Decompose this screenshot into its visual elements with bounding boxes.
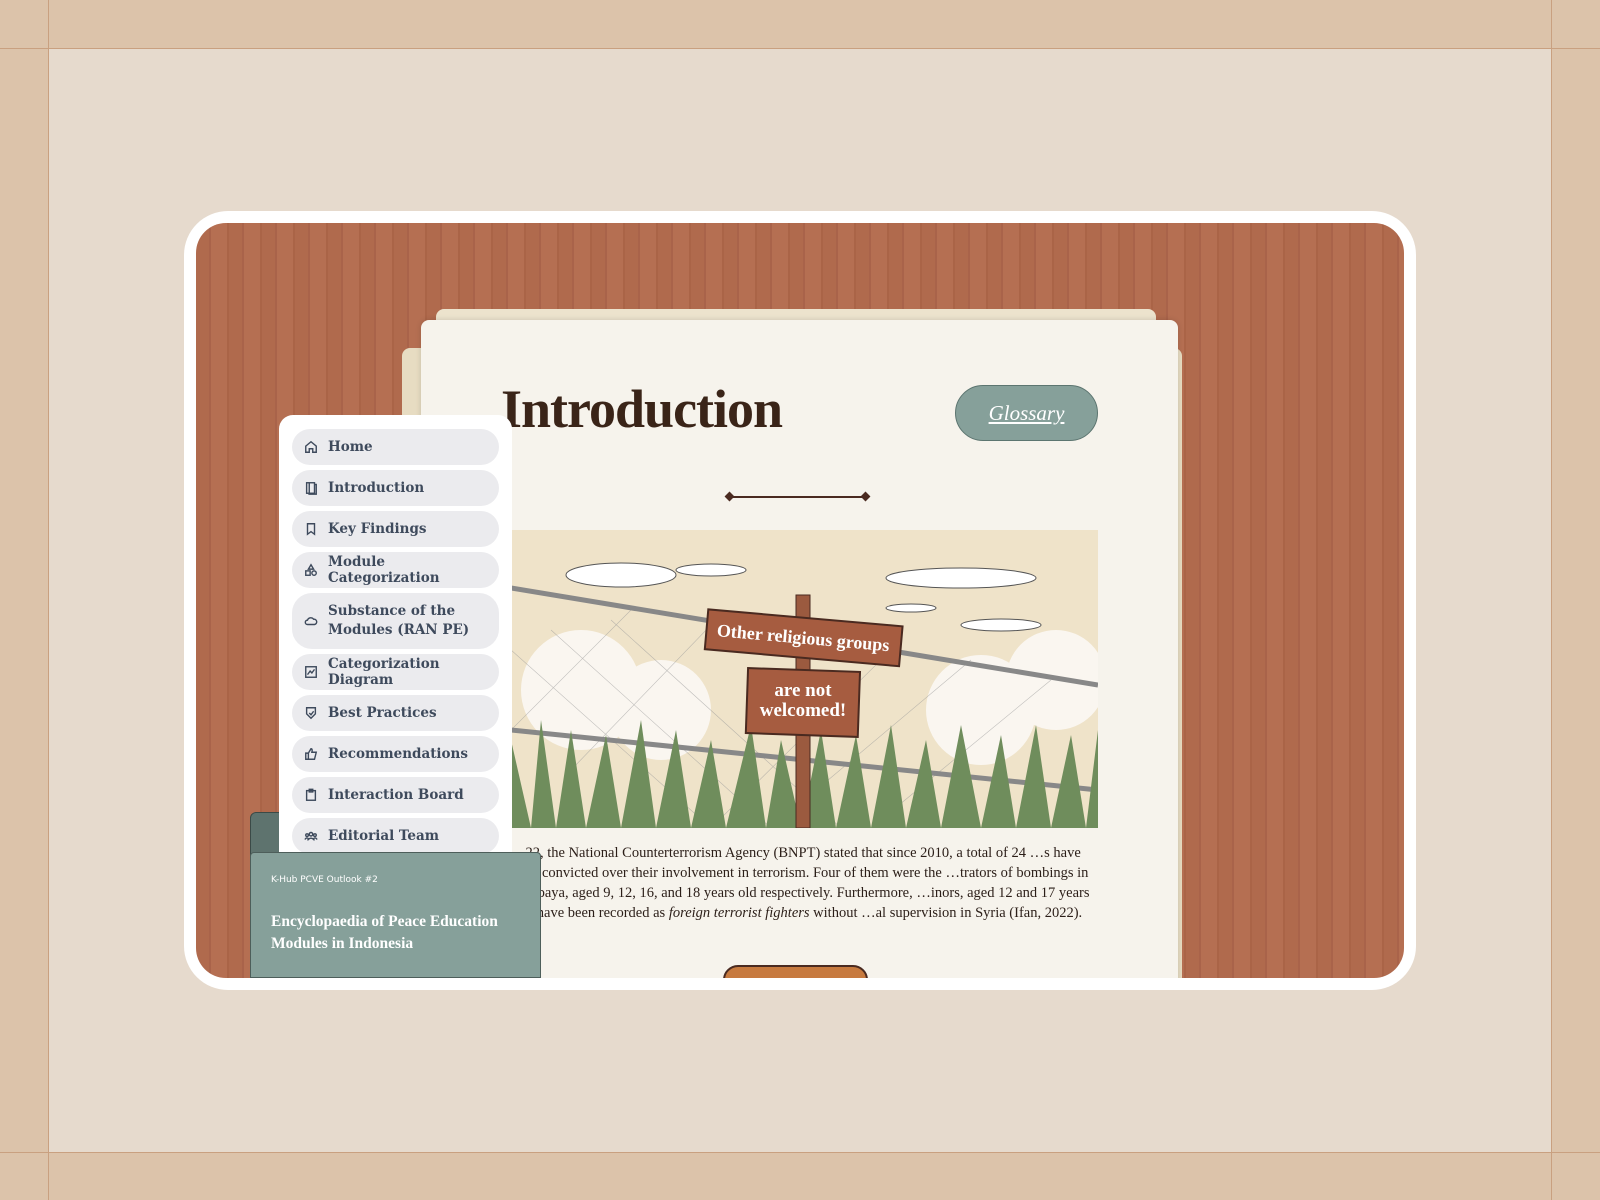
book-icon bbox=[305, 482, 317, 495]
sidebar-item-label: Categorization Diagram bbox=[328, 656, 440, 688]
sidebar-item-interaction-board[interactable]: Interaction Board bbox=[292, 777, 499, 813]
sidebar-item-label: Introduction bbox=[328, 480, 425, 496]
sidebar-item-label: Recommendations bbox=[328, 746, 468, 762]
sidebar-item-home[interactable]: Home bbox=[292, 429, 499, 465]
paragraph-italic: foreign terrorist fighters bbox=[668, 905, 810, 921]
card-title: Encyclopaedia of Peace Education Modules… bbox=[271, 913, 498, 952]
home-icon bbox=[305, 440, 317, 453]
shield-check-icon bbox=[305, 707, 317, 720]
sidebar-item-label: Interaction Board bbox=[328, 787, 464, 803]
sidebar-item-module-categorization[interactable]: Module Categorization bbox=[292, 552, 499, 588]
sidebar-item-best-practices[interactable]: Best Practices bbox=[292, 695, 499, 731]
sign-bottom-text-2: welcomed! bbox=[760, 700, 847, 721]
sidebar-item-substance[interactable]: Substance of the Modules (RAN PE) bbox=[292, 593, 499, 649]
sidebar-item-label: Best Practices bbox=[328, 705, 437, 721]
illustration: Other religious groups are not welcomed! bbox=[511, 530, 1098, 828]
sign-bottom-text-1: are not bbox=[774, 680, 832, 701]
sidebar-item-label: Substance of the Modules (RAN PE) bbox=[328, 603, 470, 638]
glossary-button[interactable]: Glossary bbox=[955, 385, 1098, 441]
publication-card[interactable]: K-Hub PCVE Outlook #2 Encyclopaedia of P… bbox=[250, 852, 541, 978]
card-subtitle: K-Hub PCVE Outlook #2 bbox=[271, 875, 378, 885]
chart-icon bbox=[305, 666, 317, 678]
continue-button[interactable] bbox=[723, 965, 868, 978]
sidebar-menu: Home Introduction Key Findings Module Ca… bbox=[279, 415, 512, 855]
sidebar-item-label: Module Categorization bbox=[328, 554, 440, 586]
shapes-icon bbox=[305, 563, 317, 576]
sidebar-item-editorial-team[interactable]: Editorial Team bbox=[292, 818, 499, 854]
page-title: Introduction bbox=[501, 379, 783, 439]
thumbs-up-icon bbox=[305, 748, 318, 760]
clipboard-icon bbox=[305, 788, 317, 801]
sidebar-item-recommendations[interactable]: Recommendations bbox=[292, 736, 499, 772]
sidebar-item-key-findings[interactable]: Key Findings bbox=[292, 511, 499, 547]
bookmark-icon bbox=[306, 523, 316, 536]
users-icon bbox=[304, 831, 318, 841]
sidebar-item-label: Key Findings bbox=[328, 521, 427, 537]
sidebar-item-categorization-diagram[interactable]: Categorization Diagram bbox=[292, 654, 499, 690]
frame-line bbox=[1551, 0, 1552, 1200]
frame-line bbox=[0, 1152, 1600, 1153]
divider bbox=[729, 496, 866, 498]
cloud-icon bbox=[304, 617, 318, 626]
intro-paragraph: …22, the National Counterterrorism Agenc… bbox=[511, 843, 1101, 923]
sidebar-item-introduction[interactable]: Introduction bbox=[292, 470, 499, 506]
paragraph-text: without …al supervision in Syria (Ifan, … bbox=[809, 905, 1083, 921]
sidebar-item-label: Editorial Team bbox=[328, 828, 440, 844]
sidebar-item-label: Home bbox=[328, 439, 373, 455]
